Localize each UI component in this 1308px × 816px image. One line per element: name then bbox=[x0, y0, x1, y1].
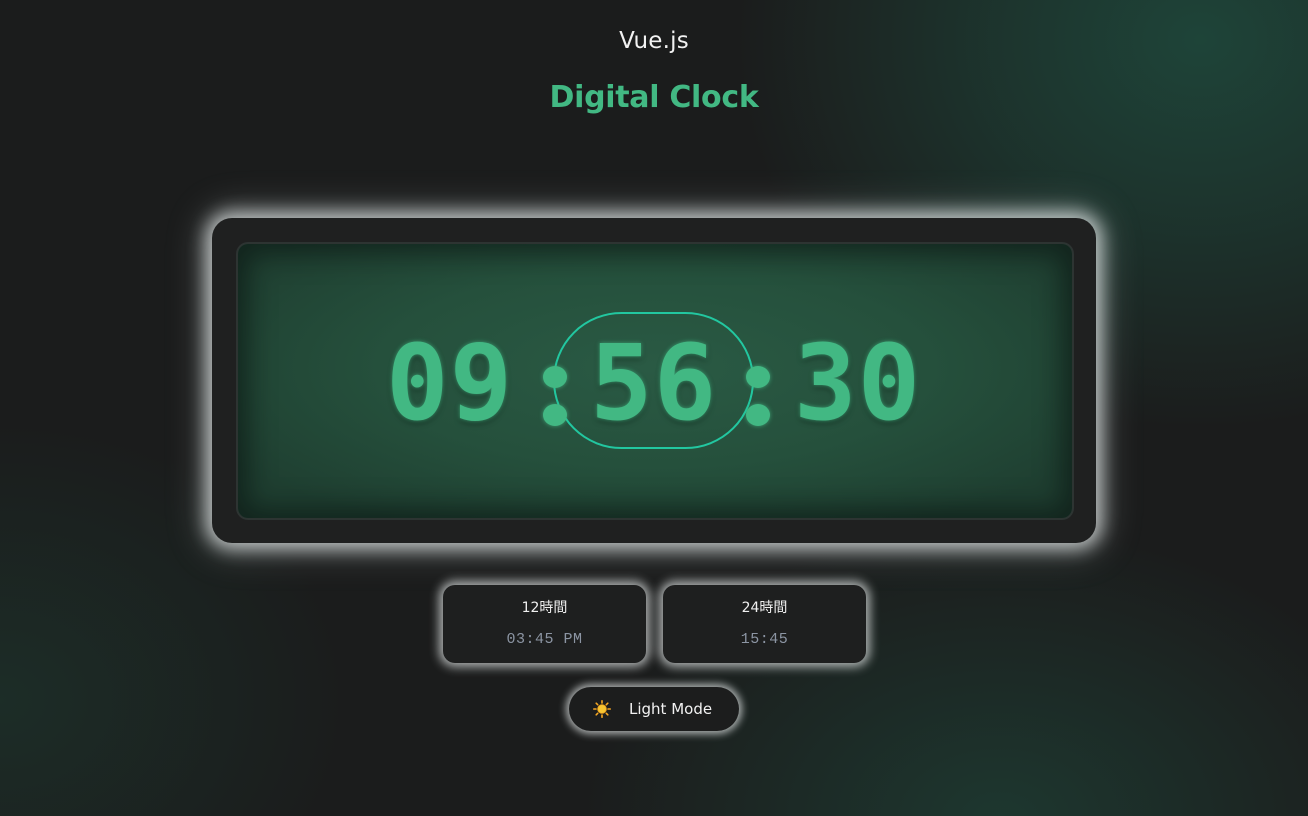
app-title: Vue.js bbox=[619, 28, 689, 54]
light-mode-button[interactable]: Light Mode bbox=[569, 687, 739, 731]
clock-display: 09 56 30 bbox=[236, 242, 1074, 520]
colon-dot bbox=[543, 366, 567, 388]
format-card-24h[interactable]: 24時間 15:45 bbox=[663, 585, 866, 663]
format-time-value: 03:45 PM bbox=[506, 631, 583, 648]
colon-separator bbox=[542, 366, 568, 426]
mode-toggle-label: Light Mode bbox=[629, 700, 713, 718]
format-label: 24時間 bbox=[741, 600, 788, 616]
time-row: 09 56 30 bbox=[238, 244, 1072, 518]
colon-dot bbox=[746, 366, 770, 388]
sun-icon bbox=[593, 700, 612, 719]
colon-dot bbox=[543, 404, 567, 426]
hours-digits: 09 bbox=[386, 322, 514, 444]
colon-dot bbox=[746, 404, 770, 426]
format-label: 12時間 bbox=[521, 600, 568, 616]
colon-separator bbox=[745, 366, 771, 426]
clock-frame: 09 56 30 bbox=[212, 218, 1096, 543]
minutes-digits: 56 bbox=[590, 322, 718, 444]
format-time-value: 15:45 bbox=[740, 631, 789, 648]
format-card-12h[interactable]: 12時間 03:45 PM bbox=[443, 585, 646, 663]
page-title: Digital Clock bbox=[549, 80, 759, 115]
seconds-digits: 30 bbox=[794, 322, 922, 444]
